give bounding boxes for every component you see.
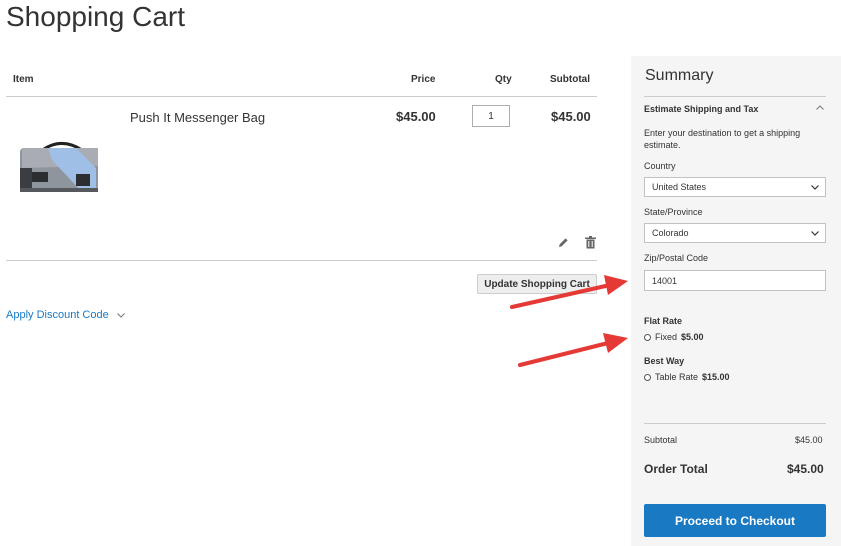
- edit-pencil-icon[interactable]: [557, 237, 569, 249]
- summary-title: Summary: [645, 67, 714, 84]
- item-price: $45.00: [396, 109, 436, 124]
- column-header-qty: Qty: [495, 74, 512, 85]
- flat-rate-radio[interactable]: [644, 333, 651, 341]
- apply-discount-toggle[interactable]: Apply Discount Code: [6, 309, 125, 321]
- chevron-down-icon: [116, 312, 125, 318]
- column-header-item: Item: [13, 74, 34, 85]
- state-select[interactable]: Colorado: [644, 223, 826, 243]
- best-way-carrier: Best Way: [644, 356, 685, 366]
- state-select-value: Colorado: [652, 228, 689, 238]
- zip-input[interactable]: [644, 270, 826, 291]
- apply-discount-label: Apply Discount Code: [6, 309, 109, 321]
- proceed-to-checkout-button[interactable]: Proceed to Checkout: [644, 504, 826, 537]
- best-way-option[interactable]: Table Rate $15.00: [644, 372, 730, 382]
- column-header-price: Price: [411, 74, 436, 85]
- qty-input[interactable]: [472, 105, 510, 127]
- order-total-label: Order Total: [644, 462, 708, 476]
- summary-divider-top: [644, 96, 826, 97]
- country-select[interactable]: United States: [644, 177, 826, 197]
- summary-divider-totals: [644, 423, 826, 424]
- country-label: Country: [644, 161, 676, 171]
- state-label: State/Province: [644, 207, 703, 217]
- flat-rate-option[interactable]: Fixed $5.00: [644, 332, 704, 342]
- best-way-price: $15.00: [702, 372, 730, 382]
- product-name-link[interactable]: Push It Messenger Bag: [130, 110, 265, 125]
- summary-subtotal-label: Subtotal: [644, 435, 678, 445]
- column-header-subtotal: Subtotal: [550, 74, 590, 85]
- zip-label: Zip/Postal Code: [644, 253, 709, 263]
- red-arrow-annotation: [510, 275, 628, 367]
- page-title: Shopping Cart: [6, 1, 186, 32]
- best-way-method: Table Rate: [655, 372, 699, 382]
- order-total-value: $45.00: [787, 462, 824, 476]
- chevron-down-icon: [811, 185, 819, 190]
- header-divider: [6, 96, 597, 97]
- flat-rate-price: $5.00: [681, 332, 704, 342]
- summary-subtotal-value: $45.00: [795, 435, 823, 445]
- trash-icon[interactable]: [585, 236, 596, 249]
- estimate-shipping-title[interactable]: Estimate Shipping and Tax: [644, 104, 758, 114]
- estimate-shipping-text: Enter your destination to get a shipping…: [644, 128, 801, 150]
- row-divider: [6, 260, 597, 261]
- product-image[interactable]: [18, 138, 102, 196]
- chevron-down-icon: [811, 231, 819, 236]
- chevron-up-icon[interactable]: [816, 105, 824, 110]
- country-select-value: United States: [652, 182, 707, 192]
- flat-rate-carrier: Flat Rate: [644, 316, 683, 326]
- best-way-radio[interactable]: [644, 373, 651, 381]
- item-subtotal: $45.00: [551, 109, 591, 124]
- flat-rate-method: Fixed: [655, 332, 678, 342]
